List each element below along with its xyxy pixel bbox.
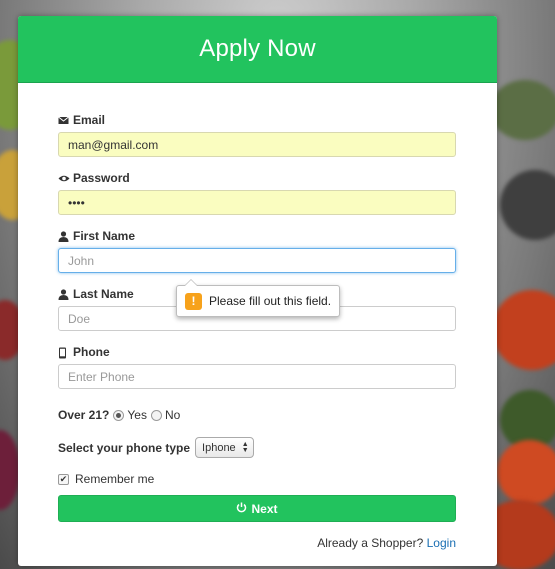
mobile-phone-icon [58,347,69,358]
phone-type-value: Iphone [202,441,236,454]
password-label: Password [58,170,456,186]
email-field[interactable] [58,132,456,157]
apply-form: Email Password First Name [58,112,456,550]
validation-tooltip: ! Please fill out this field. [176,279,341,317]
next-button[interactable]: Next [58,495,456,522]
phone-label: Phone [58,344,456,360]
card-header: Apply Now [18,16,497,83]
over21-row: Over 21? Yes No [58,408,456,422]
first-name-label: First Name [58,228,456,244]
remember-label: Remember me [75,472,155,486]
over21-label: Over 21? [58,408,110,422]
over21-no-radio[interactable] [150,409,162,421]
over21-no-label: No [164,408,181,422]
remember-row: ✔ Remember me [58,472,456,486]
first-name-field[interactable] [58,248,456,273]
select-arrows-icon: ▲ ▼ [241,440,249,454]
phone-type-row: Select your phone type Iphone ▲ ▼ [58,437,456,458]
phone-field[interactable] [58,364,456,389]
page-title: Apply Now [199,35,316,62]
validation-message: Please fill out this field. [209,294,332,308]
envelope-icon [58,115,69,126]
email-label: Email [58,112,456,128]
remember-checkbox[interactable]: ✔ [58,473,69,485]
power-icon [236,502,247,516]
next-button-label: Next [251,501,278,516]
over21-yes-label: Yes [127,408,147,422]
phone-type-label: Select your phone type [58,440,191,455]
footer-text: Already a Shopper? [317,536,424,550]
user-icon [58,230,69,242]
phone-type-select[interactable]: Iphone ▲ ▼ [195,437,254,458]
footer: Already a Shopper? Login [58,536,456,550]
password-field[interactable] [58,190,456,215]
eye-icon [58,173,70,184]
warning-icon: ! [185,292,202,310]
login-link[interactable]: Login [427,536,456,550]
over21-yes-radio[interactable] [113,409,125,421]
user-icon [58,288,69,300]
